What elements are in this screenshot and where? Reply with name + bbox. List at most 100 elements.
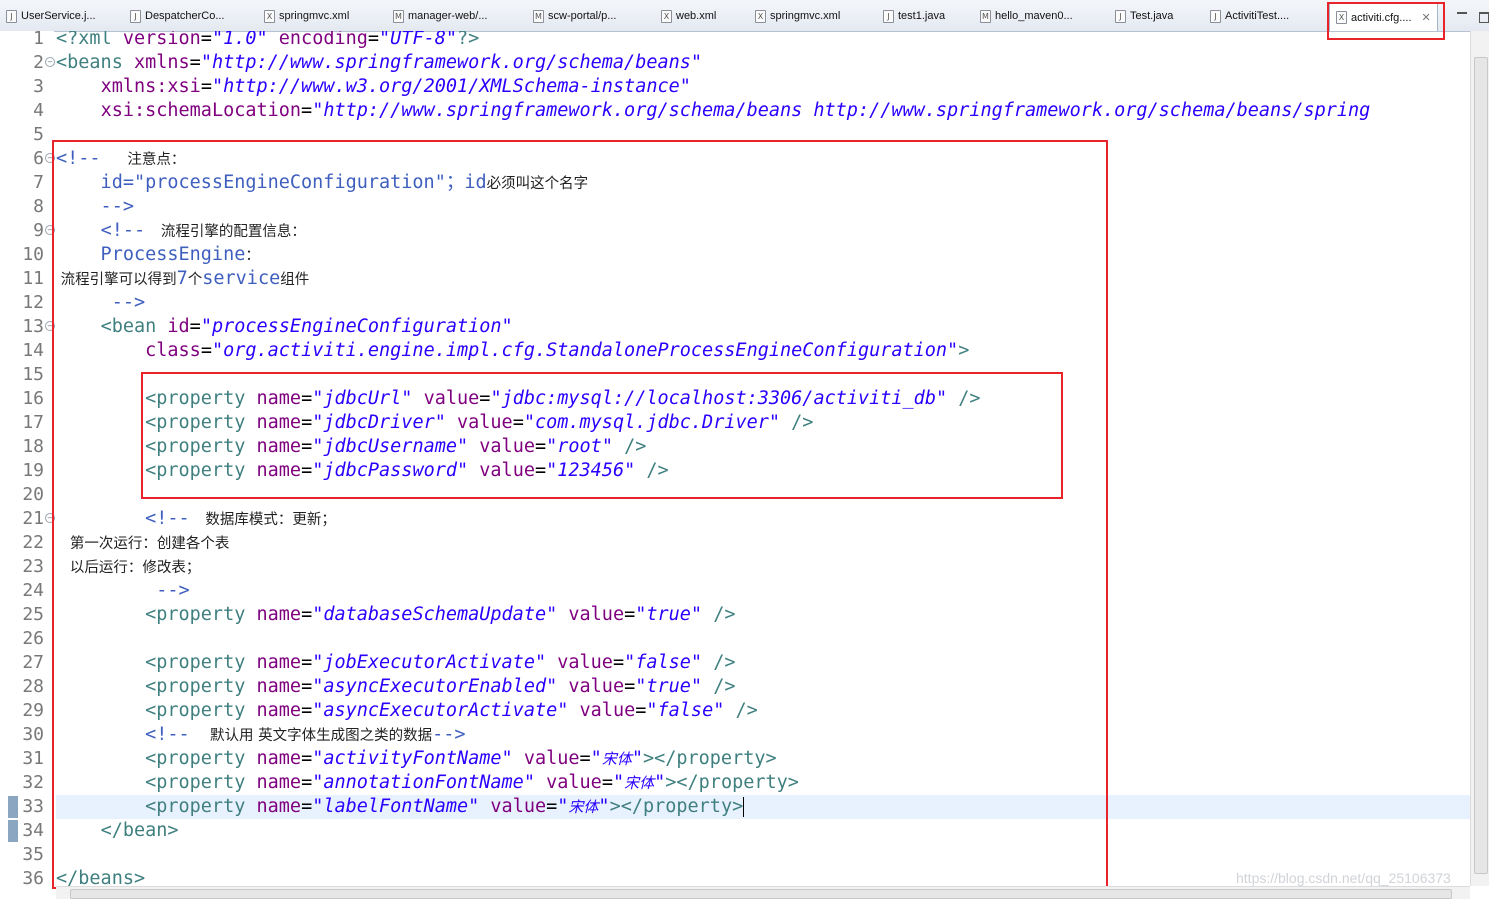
editor-tab[interactable]: J ActivitiTest.... — [1210, 5, 1289, 27]
code-token: 注意点： — [122, 152, 186, 168]
code-token: <property — [145, 436, 257, 457]
code-token: "false" — [646, 700, 725, 721]
line-number: 35 — [22, 844, 44, 865]
code-token: value — [579, 700, 636, 721]
code-token: "jdbc:mysql://localhost:3306/activiti_db… — [490, 388, 948, 409]
line-number: 36 — [22, 868, 44, 889]
code-token: = — [301, 604, 313, 625]
java-file-icon: J — [1115, 9, 1126, 23]
code-token: <!-- — [145, 508, 201, 529]
minimize-icon[interactable] — [1457, 9, 1467, 14]
code-token: <property — [145, 676, 257, 697]
code-line: <?xml version="1.0" encoding="UTF-8"?> — [56, 31, 479, 51]
code-token: id — [167, 316, 190, 337]
maven-pom-icon: M — [393, 9, 404, 23]
tab-label: web.xml — [676, 10, 717, 22]
code-line: id="processEngineConfiguration"；id必须叫这个名… — [56, 171, 589, 195]
code-token: name — [256, 772, 302, 793]
code-token: = — [579, 748, 591, 769]
line-number: 1 — [33, 28, 44, 49]
vertical-scrollbar[interactable] — [1470, 31, 1489, 886]
editor-tab[interactable]: Mmanager-web/... — [393, 5, 487, 27]
code-editor[interactable]: <?xml version="1.0" encoding="UTF-8"?> <b… — [56, 31, 1470, 886]
editor-tab[interactable]: Mscw-portal/p... — [533, 5, 616, 27]
code-token: /> — [646, 460, 669, 481]
fold-toggle-icon[interactable]: − — [45, 225, 55, 235]
line-number: 19 — [22, 460, 44, 481]
code-token: name — [256, 436, 302, 457]
line-number: 34 — [22, 820, 44, 841]
code-token: "true" — [635, 676, 703, 697]
code-token: ></property> — [642, 748, 777, 769]
code-token: "jdbcUrl" — [312, 388, 413, 409]
editor-tab[interactable]: J DespatcherCo... — [130, 5, 224, 27]
code-token: value — [457, 412, 513, 433]
code-token: <property — [145, 700, 257, 721]
editor-tab[interactable]: Mhello_maven0... — [980, 5, 1073, 27]
code-token: ： — [245, 248, 260, 264]
change-marker — [8, 796, 18, 818]
fold-toggle-icon[interactable]: − — [45, 321, 55, 331]
line-number: 33 — [22, 796, 44, 817]
fold-toggle-icon[interactable]: − — [45, 513, 55, 523]
code-token: --> — [56, 580, 190, 601]
code-token: " — [557, 796, 569, 817]
code-line: <property name="asyncExecutorEnabled" va… — [56, 675, 735, 699]
code-line: --> — [56, 291, 145, 315]
code-token: "labelFontName" — [312, 796, 480, 817]
line-number: 26 — [22, 628, 44, 649]
tab-label: springmvc.xml — [770, 10, 841, 22]
code-token: = — [301, 700, 313, 721]
code-token: value — [490, 796, 547, 817]
code-line: <property name="labelFontName" value="宋体… — [56, 795, 745, 819]
code-line: 第一次运行：创建各个表 — [56, 531, 230, 555]
close-tab-icon[interactable]: ✕ — [1422, 11, 1431, 24]
line-number: 10 — [22, 244, 44, 265]
editor-tab[interactable]: Xspringmvc.xml — [755, 5, 840, 27]
code-token: "annotationFontName" — [312, 772, 535, 793]
code-token: encoding — [278, 31, 368, 49]
code-token: 数据库模式：更新； — [200, 512, 336, 528]
code-token: "jobExecutorActivate" — [312, 652, 547, 673]
code-line: </beans> — [56, 867, 145, 886]
maximize-icon[interactable] — [1479, 12, 1489, 23]
code-token: xmlns — [133, 52, 190, 73]
tab-label: manager-web/... — [408, 10, 488, 22]
code-token: 流程引擎可以得到 — [56, 272, 177, 288]
code-token: "http://www.springframework.org/schema/b… — [200, 52, 703, 73]
editor-tab[interactable]: Xweb.xml — [661, 5, 716, 27]
code-token: "databaseSchemaUpdate" — [312, 604, 558, 625]
change-marker — [8, 820, 18, 842]
editor-tab[interactable]: Xspringmvc.xml — [264, 5, 349, 27]
code-token: " — [654, 772, 666, 793]
code-token: value — [557, 652, 613, 673]
tab-label: scw-portal/p... — [548, 10, 617, 22]
code-token: <property — [145, 652, 257, 673]
editor-tab[interactable]: J Test.java — [1115, 5, 1173, 27]
code-token: "processEngineConfiguration" — [200, 316, 513, 337]
xml-file-icon: X — [661, 9, 672, 23]
code-token: " — [590, 748, 602, 769]
code-token: value — [568, 676, 625, 697]
code-line: <property name="jdbcUrl" value="jdbc:mys… — [56, 387, 980, 411]
line-number: 3 — [33, 76, 44, 97]
code-token: value — [546, 772, 602, 793]
editor-tab[interactable]: J UserService.j... — [6, 5, 96, 27]
code-token: name — [256, 676, 302, 697]
fold-toggle-icon[interactable]: − — [45, 57, 55, 67]
code-token: name — [256, 700, 302, 721]
editor-tab[interactable]: Xactiviti.cfg.... ✕ — [1329, 3, 1438, 31]
fold-toggle-icon[interactable]: − — [45, 153, 55, 163]
editor-tab[interactable]: Jtest1.java — [883, 5, 945, 27]
horizontal-scrollbar[interactable] — [56, 886, 1470, 899]
code-token: <!-- — [56, 148, 123, 169]
vertical-scroll-thumb[interactable] — [1474, 57, 1488, 874]
